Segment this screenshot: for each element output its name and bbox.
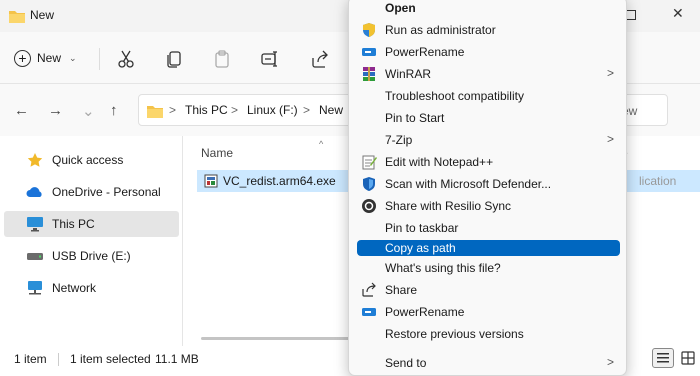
menu-item-troubleshoot[interactable]: Troubleshoot compatibility xyxy=(357,86,620,106)
menu-item-label: Share xyxy=(385,283,418,297)
menu-item-share[interactable]: Share xyxy=(357,280,620,300)
sidebar-item-label: Network xyxy=(52,281,97,295)
menu-item-whats-using[interactable]: What's using this file? xyxy=(357,258,620,278)
context-menu: Open Run as administrator PowerRename Wi… xyxy=(348,0,627,376)
sidebar-item-onedrive[interactable]: OneDrive - Personal xyxy=(4,179,179,205)
menu-item-open[interactable]: Open xyxy=(357,0,620,18)
breadcrumb-separator: > xyxy=(303,103,311,117)
tiles-view-button[interactable] xyxy=(678,348,698,368)
menu-item-label: Restore previous versions xyxy=(385,327,524,341)
menu-item-label: PowerRename xyxy=(385,305,465,319)
status-divider xyxy=(58,353,59,366)
toolbar-divider xyxy=(99,48,100,70)
menu-item-label: 7-Zip xyxy=(385,133,413,147)
winrar-icon xyxy=(361,66,377,82)
file-type: lication xyxy=(639,174,677,188)
horizontal-scrollbar[interactable] xyxy=(201,337,351,340)
menu-item-pin-start[interactable]: Pin to Start xyxy=(357,108,620,128)
notepad-icon xyxy=(361,154,377,170)
menu-item-label: Scan with Microsoft Defender... xyxy=(385,177,552,191)
chevron-down-icon: ⌄ xyxy=(69,52,77,63)
menu-item-label: PowerRename xyxy=(385,45,465,59)
menu-item-resilio[interactable]: Share with Resilio Sync xyxy=(357,196,620,216)
copy-icon[interactable] xyxy=(164,49,184,69)
new-label: New xyxy=(37,51,62,65)
submenu-chevron-icon: > xyxy=(606,132,614,146)
menu-item-send-to[interactable]: Send to > xyxy=(357,353,620,373)
menu-item-label: WinRAR xyxy=(385,67,432,81)
folder-icon xyxy=(147,104,163,123)
sidebar-item-network[interactable]: Network xyxy=(4,275,179,301)
monitor-icon xyxy=(26,216,44,232)
menu-item-label: Pin to Start xyxy=(385,111,445,125)
star-icon xyxy=(26,152,44,168)
navigation-pane: Quick access OneDrive - Personal This PC… xyxy=(0,136,182,346)
sidebar-item-label: OneDrive - Personal xyxy=(52,185,161,199)
plus-icon: + xyxy=(14,49,31,67)
item-count: 1 item xyxy=(14,352,47,366)
sidebar-item-quick-access[interactable]: Quick access xyxy=(4,147,179,173)
menu-item-powerrename-2[interactable]: PowerRename xyxy=(357,302,620,322)
installer-icon xyxy=(203,173,219,194)
window-title: New xyxy=(30,8,55,22)
up-button[interactable]: ↑ xyxy=(110,102,118,119)
drive-icon xyxy=(26,248,44,264)
menu-item-run-as-admin[interactable]: Run as administrator xyxy=(357,20,620,40)
menu-item-restore-versions[interactable]: Restore previous versions xyxy=(357,324,620,344)
recent-chevron-icon[interactable]: ⌄ xyxy=(82,102,95,120)
sidebar-item-label: Quick access xyxy=(52,153,124,167)
menu-item-label: What's using this file? xyxy=(385,261,501,275)
cut-icon[interactable] xyxy=(116,49,136,69)
submenu-chevron-icon: > xyxy=(606,355,614,369)
folder-icon xyxy=(9,9,25,28)
menu-item-notepadpp[interactable]: Edit with Notepad++ xyxy=(357,152,620,172)
sort-chevron-icon: ^ xyxy=(319,139,324,149)
details-view-button[interactable] xyxy=(652,348,674,368)
menu-item-label: Pin to taskbar xyxy=(385,221,459,235)
menu-item-copy-as-path[interactable]: Copy as path xyxy=(357,240,620,256)
menu-item-label: Run as administrator xyxy=(385,23,496,37)
defender-icon xyxy=(361,176,377,192)
file-name: VC_redist.arm64.exe xyxy=(223,174,336,188)
new-button[interactable]: + New ⌄ xyxy=(14,46,77,70)
sidebar-item-usb-drive[interactable]: USB Drive (E:) xyxy=(4,243,179,269)
close-button[interactable]: ✕ xyxy=(672,5,684,22)
breadcrumb-separator: > xyxy=(231,103,239,117)
menu-item-pin-taskbar[interactable]: Pin to taskbar xyxy=(357,218,620,238)
share-icon[interactable] xyxy=(310,49,330,69)
menu-item-label: Edit with Notepad++ xyxy=(385,155,494,169)
cloud-icon xyxy=(26,184,44,200)
menu-item-label: Share with Resilio Sync xyxy=(385,199,512,213)
shield-icon xyxy=(361,22,377,38)
forward-button[interactable]: → xyxy=(48,102,63,119)
menu-item-label: Open xyxy=(385,1,416,15)
menu-item-label: Send to xyxy=(385,356,427,370)
maximize-button[interactable] xyxy=(626,10,636,20)
menu-item-winrar[interactable]: WinRAR > xyxy=(357,64,620,84)
selection-size: 11.1 MB xyxy=(155,352,199,366)
submenu-chevron-icon: > xyxy=(606,66,614,80)
network-icon xyxy=(26,280,44,296)
share-icon xyxy=(361,282,377,298)
column-header-name[interactable]: Name xyxy=(201,146,233,160)
breadcrumb-this-pc[interactable]: This PC xyxy=(185,103,228,117)
sidebar-item-label: This PC xyxy=(52,217,95,231)
menu-item-7zip[interactable]: 7-Zip > xyxy=(357,130,620,150)
sidebar-item-this-pc[interactable]: This PC xyxy=(4,211,179,237)
rename-icon[interactable] xyxy=(260,49,280,69)
menu-item-label: Copy as path xyxy=(385,241,456,255)
resilio-icon xyxy=(361,198,377,214)
breadcrumb-separator: > xyxy=(169,103,177,117)
breadcrumb-new[interactable]: New xyxy=(319,103,343,117)
menu-item-label: Troubleshoot compatibility xyxy=(385,89,524,103)
powerrename-icon xyxy=(361,304,377,320)
selection-count: 1 item selected xyxy=(70,352,151,366)
breadcrumb-linux-drive[interactable]: Linux (F:) xyxy=(247,103,298,117)
back-button[interactable]: ← xyxy=(14,102,29,119)
powerrename-icon xyxy=(361,44,377,60)
menu-item-powerrename[interactable]: PowerRename xyxy=(357,42,620,62)
menu-item-defender[interactable]: Scan with Microsoft Defender... xyxy=(357,174,620,194)
paste-icon[interactable] xyxy=(212,49,232,69)
sidebar-item-label: USB Drive (E:) xyxy=(52,249,131,263)
